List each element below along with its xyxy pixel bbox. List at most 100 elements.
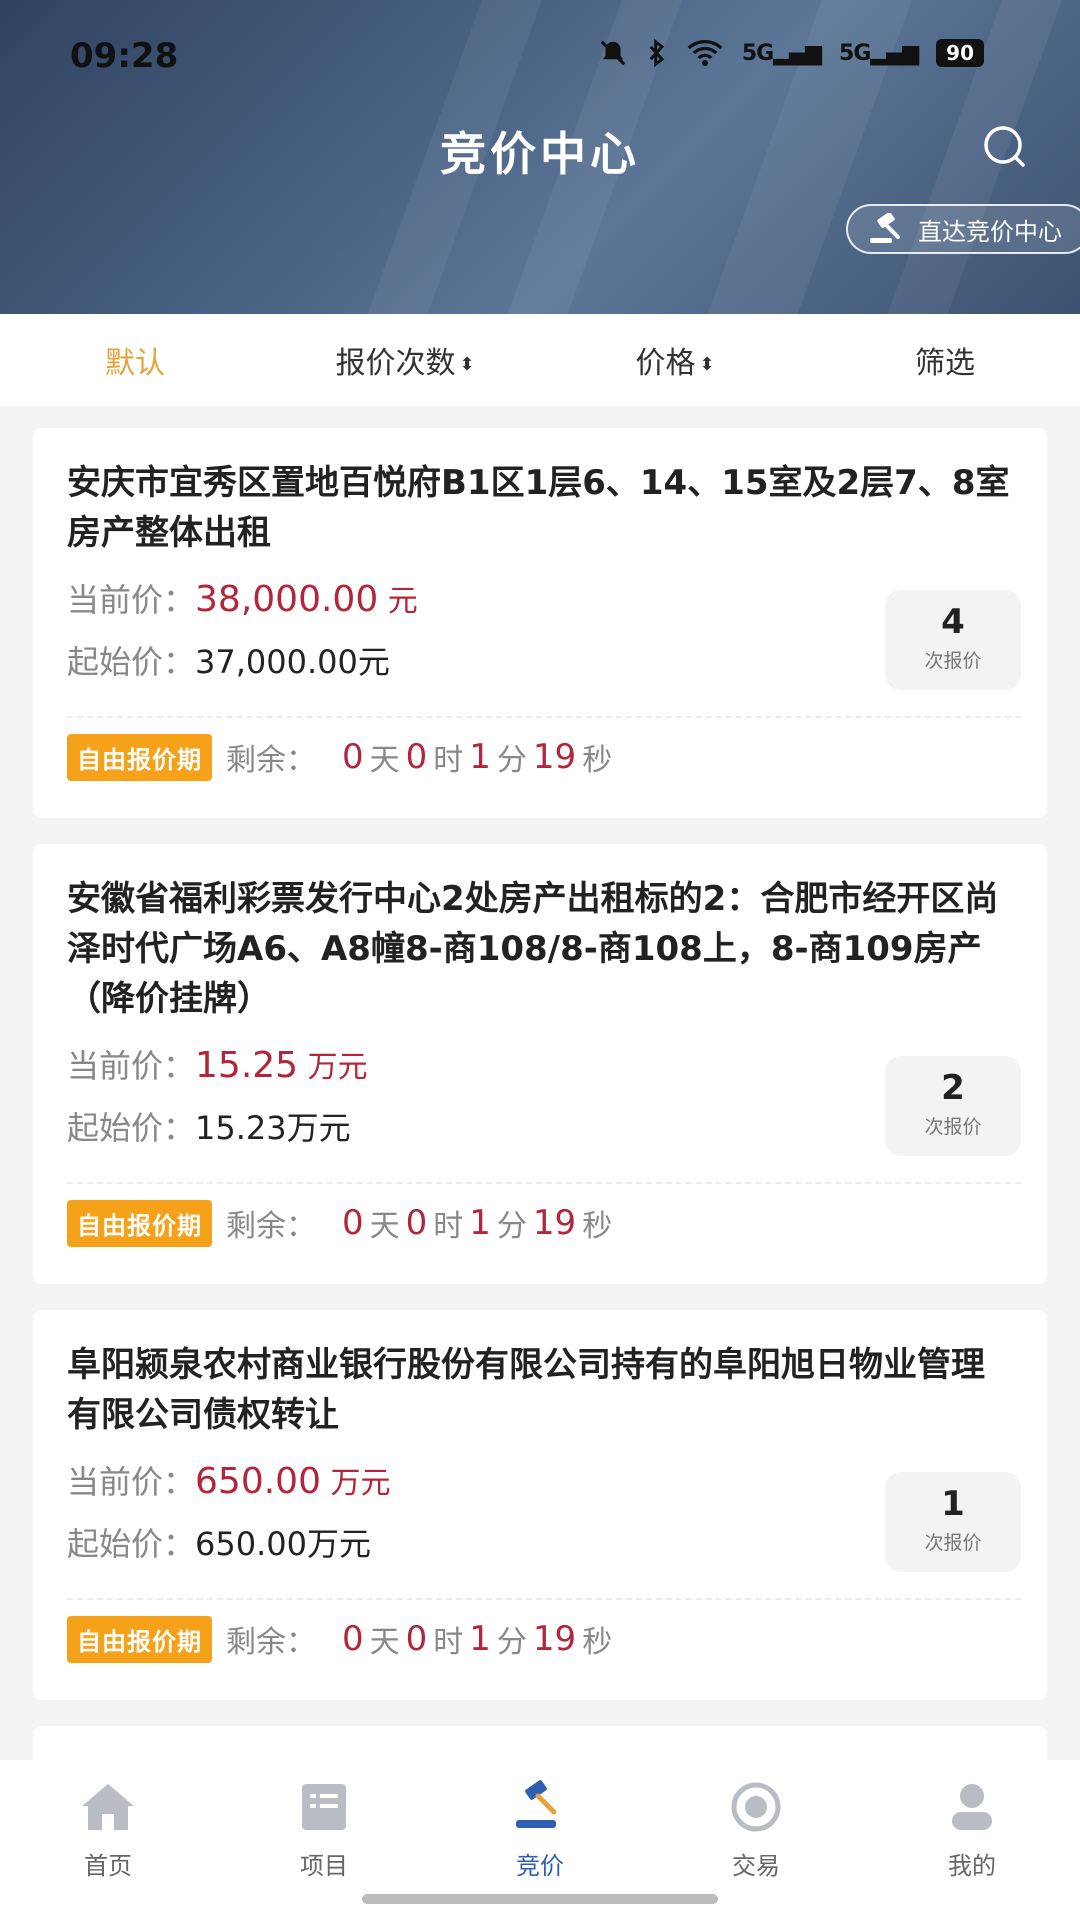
second-unit: 秒: [582, 1625, 613, 1660]
nav-bidding-label: 竞价: [516, 1852, 564, 1880]
search-icon[interactable]: [982, 124, 1028, 170]
nav-trade-label: 交易: [732, 1852, 780, 1880]
battery-icon: 90: [936, 39, 984, 67]
bluetooth-icon: [649, 38, 665, 68]
remain-label: 剩余：: [226, 743, 316, 778]
free-bidding-tag: 自由报价期: [67, 1615, 212, 1663]
auction-list: 安庆市宜秀区置地百悦府B1区1层6、14、15室及2层7、8室房产整体出租 当前…: [33, 428, 1047, 1812]
second-unit: 秒: [582, 1209, 613, 1244]
signal-2-icon: 5G▂▄▆: [839, 40, 919, 66]
sort-arrows-icon: ⬍: [459, 354, 475, 375]
minute-unit: 分: [496, 1209, 527, 1244]
start-price-label: 起始价：: [67, 1109, 196, 1147]
project-list-icon: [302, 1784, 346, 1830]
sort-price-label: 价格: [635, 346, 696, 381]
auction-title: 安庆市宜秀区置地百悦府B1区1层6、14、15室及2层7、8室房产整体出租: [67, 463, 1010, 553]
start-price-value: 37,000.00元: [195, 643, 390, 681]
status-time: 09:28: [70, 36, 179, 76]
start-price-value: 15.23万元: [195, 1109, 351, 1147]
sort-default-label: 默认: [105, 346, 165, 381]
sort-bid-count[interactable]: 报价次数 ⬍: [270, 338, 540, 382]
current-price-unit: 万元: [298, 1050, 368, 1085]
gavel-icon: [870, 213, 900, 243]
second-unit: 秒: [582, 743, 613, 778]
auction-card[interactable]: 安徽省福利彩票发行中心2处房产出租标的2：合肥市经开区尚泽时代广场A6、A8幢8…: [33, 844, 1047, 1284]
status-bar: 09:28 5G▂▄▆ 5G▂▄▆ 90: [0, 0, 1080, 110]
bid-count-badge: 2 次报价: [885, 1056, 1021, 1156]
direct-bidding-center-label: 直达竞价中心: [918, 217, 1062, 246]
countdown-row: 自由报价期 剩余： 0天 0时 1分 19 秒: [67, 1184, 1021, 1262]
price-block: 当前价：15.25 万元 起始价：15.23万元 2 次报价: [67, 1036, 1021, 1158]
signal-1-icon: 5G▂▄▆: [741, 40, 822, 66]
current-price-row: 当前价：650.00 万元: [67, 1452, 1021, 1514]
sort-bid-count-label: 报价次数: [335, 346, 456, 381]
countdown-days: 0: [342, 737, 364, 777]
free-bidding-tag: 自由报价期: [67, 1199, 212, 1247]
bid-count-label: 次报价: [924, 1532, 982, 1554]
auction-card[interactable]: 阜阳颍泉农村商业银行股份有限公司持有的阜阳旭日物业管理有限公司债权转让 当前价：…: [33, 1310, 1047, 1700]
nav-mine[interactable]: 我的: [864, 1760, 1080, 1920]
countdown-seconds: 19: [532, 737, 577, 777]
countdown-days: 0: [342, 1619, 364, 1659]
hour-unit: 时: [433, 1625, 464, 1660]
page-title: 竞价中心: [440, 127, 640, 181]
nav-home-label: 首页: [84, 1852, 132, 1880]
start-price-value: 650.00万元: [195, 1525, 371, 1563]
trade-icon: [731, 1782, 781, 1832]
nav-home[interactable]: 首页: [0, 1760, 216, 1920]
current-price-label: 当前价：: [67, 581, 196, 619]
direct-bidding-center-button[interactable]: 直达竞价中心: [846, 204, 1080, 254]
current-price-value: 15.25: [195, 1045, 299, 1086]
gavel-icon: [516, 1780, 557, 1828]
hour-unit: 时: [433, 1209, 464, 1244]
bid-count: 2: [941, 1068, 965, 1108]
home-indicator[interactable]: [362, 1894, 718, 1904]
bid-count: 1: [941, 1484, 965, 1524]
auction-card[interactable]: 安庆市宜秀区置地百悦府B1区1层6、14、15室及2层7、8室房产整体出租 当前…: [33, 428, 1047, 818]
minute-unit: 分: [496, 743, 527, 778]
auction-title: 阜阳颍泉农村商业银行股份有限公司持有的阜阳旭日物业管理有限公司债权转让: [67, 1345, 985, 1435]
filter-button[interactable]: 筛选: [810, 338, 1080, 382]
status-icons: 5G▂▄▆ 5G▂▄▆ 90: [598, 38, 984, 68]
current-price-unit: 元: [378, 584, 418, 619]
sort-bar: 默认 报价次数 ⬍ 价格 ⬍ 筛选: [0, 314, 1080, 406]
current-price-label: 当前价：: [67, 1463, 196, 1501]
current-price-value: 650.00: [195, 1461, 321, 1502]
countdown-hours: 0: [405, 1203, 428, 1243]
wifi-icon: [687, 40, 723, 66]
countdown-hours: 0: [405, 737, 428, 777]
bid-count: 4: [941, 602, 965, 642]
countdown-minutes: 1: [469, 1203, 491, 1243]
countdown-hours: 0: [405, 1619, 428, 1659]
sort-arrows-icon: ⬍: [699, 354, 715, 375]
start-price-row: 起始价：650.00万元: [67, 1514, 1021, 1574]
current-price-value: 38,000.00: [195, 579, 379, 620]
start-price-label: 起始价：: [67, 643, 196, 681]
countdown-days: 0: [342, 1203, 364, 1243]
current-price-label: 当前价：: [67, 1047, 196, 1085]
bid-count-label: 次报价: [924, 1116, 982, 1138]
countdown-row: 自由报价期 剩余： 0天 0时 1分 19 秒: [67, 718, 1021, 796]
current-price-row: 当前价：38,000.00 元: [67, 570, 1021, 632]
auction-title: 安徽省福利彩票发行中心2处房产出租标的2：合肥市经开区尚泽时代广场A6、A8幢8…: [67, 879, 999, 1019]
start-price-label: 起始价：: [67, 1525, 196, 1563]
remain-label: 剩余：: [226, 1625, 316, 1660]
bid-count-badge: 4 次报价: [885, 590, 1021, 690]
countdown-minutes: 1: [469, 1619, 491, 1659]
bid-count-label: 次报价: [924, 650, 982, 672]
nav-mine-label: 我的: [948, 1852, 996, 1880]
user-icon: [952, 1784, 992, 1830]
current-price-row: 当前价：15.25 万元: [67, 1036, 1021, 1098]
filter-label: 筛选: [915, 346, 975, 381]
sort-default[interactable]: 默认: [0, 338, 270, 382]
current-price-unit: 万元: [320, 1466, 391, 1501]
countdown-row: 自由报价期 剩余： 0天 0时 1分 19 秒: [67, 1600, 1021, 1678]
price-block: 当前价：650.00 万元 起始价：650.00万元 1 次报价: [67, 1452, 1021, 1574]
nav-projects-label: 项目: [300, 1852, 348, 1880]
start-price-row: 起始价：15.23万元: [67, 1098, 1021, 1158]
bid-count-badge: 1 次报价: [885, 1472, 1021, 1572]
price-block: 当前价：38,000.00 元 起始价：37,000.00元 4 次报价: [67, 570, 1021, 692]
day-unit: 天: [369, 1209, 400, 1244]
sort-price[interactable]: 价格 ⬍: [540, 338, 810, 382]
start-price-row: 起始价：37,000.00元: [67, 632, 1021, 692]
